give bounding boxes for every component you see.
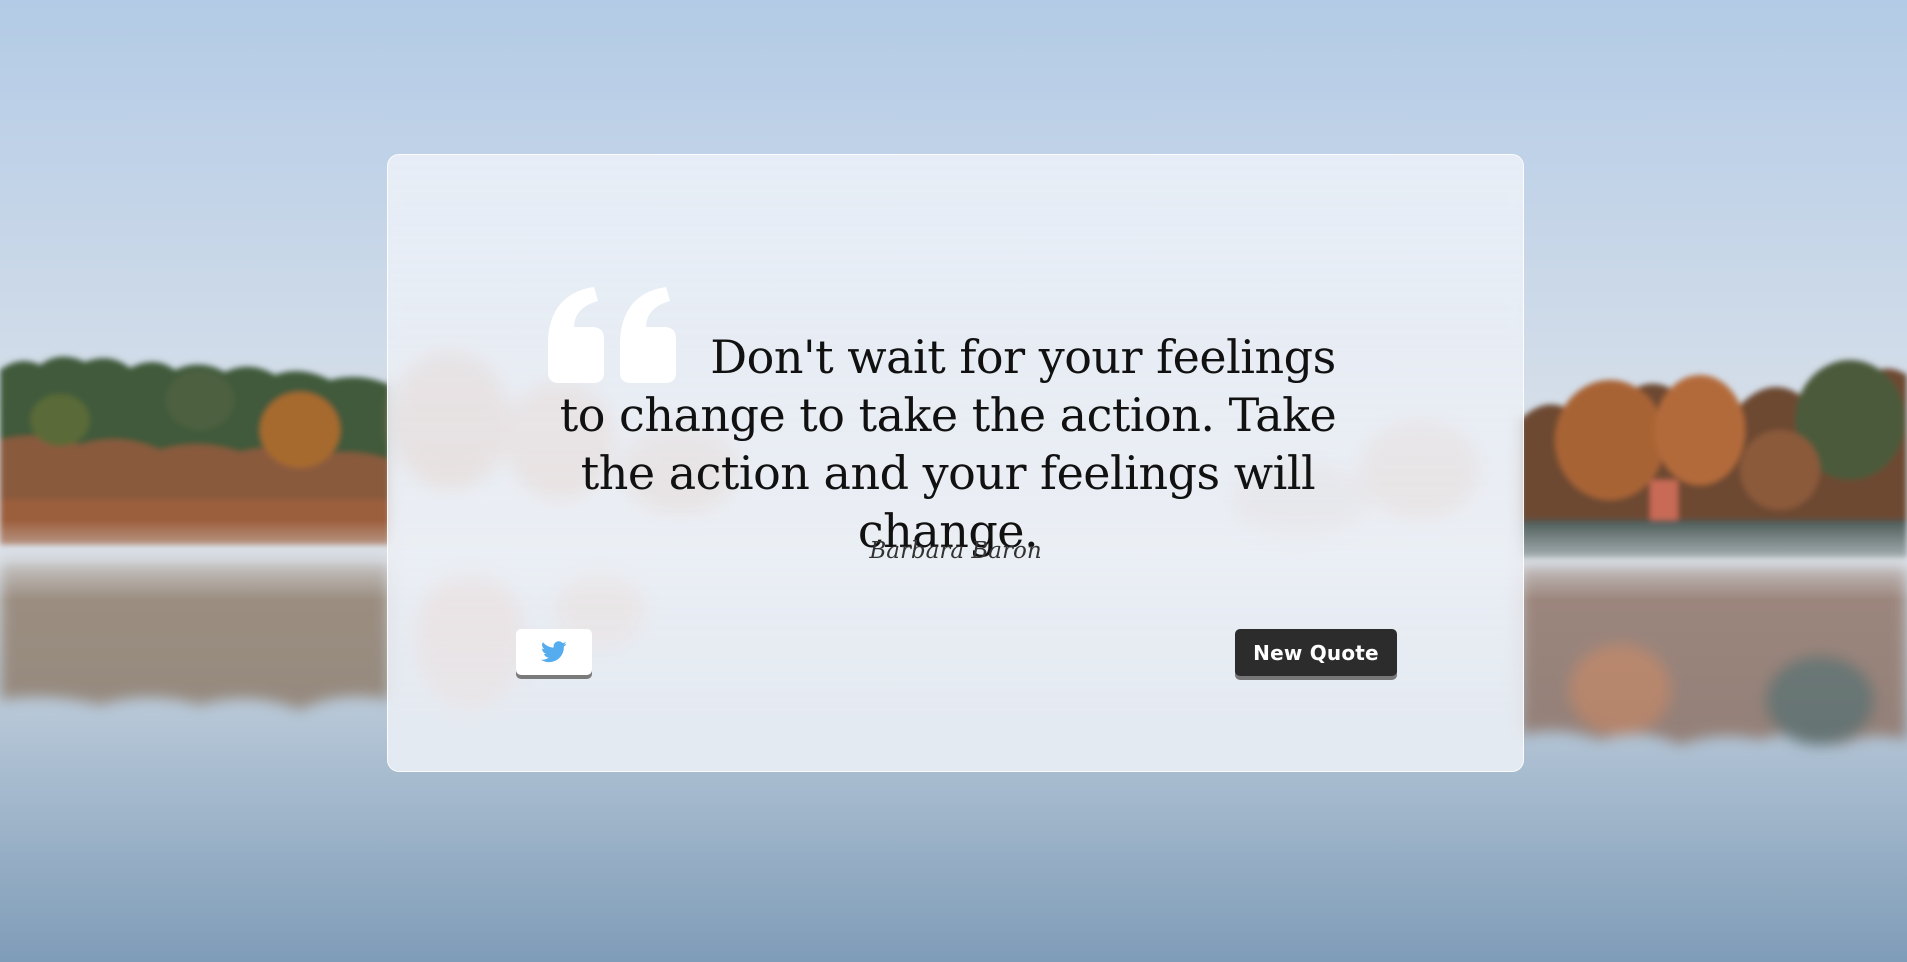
quote-text-block: Don't wait for your feelings to change t… [538, 328, 1358, 560]
quote-card: Don't wait for your feelings to change t… [387, 154, 1524, 772]
quote-author: Barbara Baron [869, 538, 1042, 564]
quote-text: Don't wait for your feelings to change t… [559, 330, 1337, 558]
new-quote-button[interactable]: New Quote [1235, 629, 1397, 676]
twitter-bird-icon [541, 641, 567, 663]
tweet-button[interactable] [516, 629, 592, 675]
